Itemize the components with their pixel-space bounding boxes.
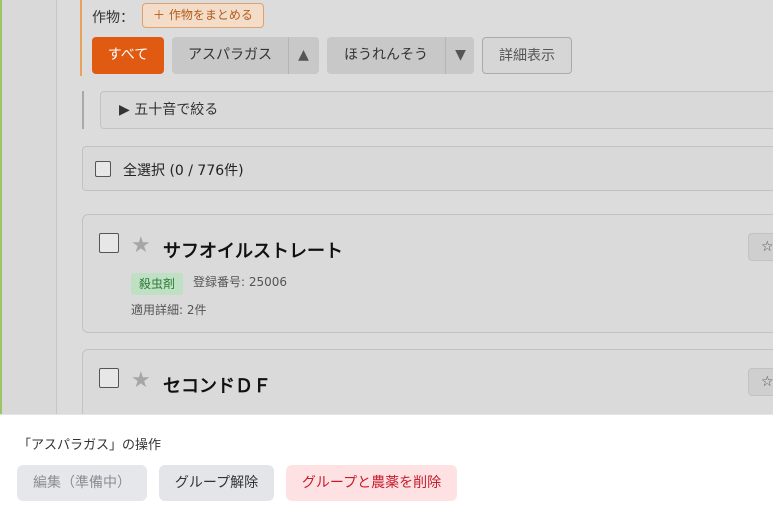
crops-label: 作物：: [92, 10, 134, 26]
kana-filter-toggle[interactable]: ▶ 五十音で絞る: [100, 91, 773, 129]
chip-label: アスパラガス: [188, 47, 272, 63]
chip-label: ほうれんそう: [344, 47, 428, 63]
product-checkbox[interactable]: [99, 233, 119, 253]
product-name[interactable]: セコンドＤＦ: [163, 372, 271, 398]
detail-view-toggle[interactable]: 詳細表示: [482, 37, 572, 74]
ungroup-button[interactable]: グループ解除: [159, 465, 274, 501]
action-sheet-title: 「アスパラガス」の操作: [18, 438, 162, 453]
select-all-bar: 全選択 (0 / 776件): [82, 146, 773, 191]
select-all-label: 全選択 (0 / 776件): [123, 163, 244, 179]
filter-chip-spinach[interactable]: ほうれんそう ▼: [327, 37, 474, 74]
favorite-star-button[interactable]: ☆: [748, 368, 773, 396]
group-action-sheet: 「アスパラガス」の操作 編集（準備中） グループ解除 グループと農薬を削除: [0, 414, 773, 507]
filter-chip-all[interactable]: すべて: [92, 37, 164, 74]
delete-group-button[interactable]: グループと農薬を削除: [286, 465, 457, 501]
favorite-star-button[interactable]: ☆: [748, 233, 773, 261]
star-icon[interactable]: ★: [131, 370, 151, 392]
star-icon[interactable]: ★: [131, 235, 151, 257]
edit-button[interactable]: 編集（準備中）: [17, 465, 147, 501]
application-detail-count: 適用詳細: 2件: [131, 303, 207, 317]
select-all-checkbox[interactable]: [95, 161, 111, 177]
triangle-up-icon[interactable]: ▲: [288, 37, 318, 74]
product-card[interactable]: ★ サフオイルストレート 殺虫剤 登録番号: 25006 適用詳細: 2件 ☆: [82, 214, 773, 333]
product-checkbox[interactable]: [99, 368, 119, 388]
registration-number: 登録番号: 25006: [193, 275, 288, 289]
left-gutter: [2, 0, 56, 414]
main-content: 作物： ＋ 作物をまとめる すべて アスパラガス ▲ ほうれんそう ▼ 詳細表示…: [56, 0, 773, 429]
category-tag: 殺虫剤: [131, 273, 184, 295]
triangle-down-icon[interactable]: ▼: [445, 37, 475, 74]
product-name[interactable]: サフオイルストレート: [163, 237, 343, 263]
filter-chip-asparagus[interactable]: アスパラガス ▲: [172, 37, 319, 74]
merge-crops-button[interactable]: ＋ 作物をまとめる: [142, 3, 264, 28]
kana-filter-marker: [82, 91, 84, 129]
crop-filter-section: 作物： ＋ 作物をまとめる すべて アスパラガス ▲ ほうれんそう ▼ 詳細表示: [80, 0, 773, 76]
